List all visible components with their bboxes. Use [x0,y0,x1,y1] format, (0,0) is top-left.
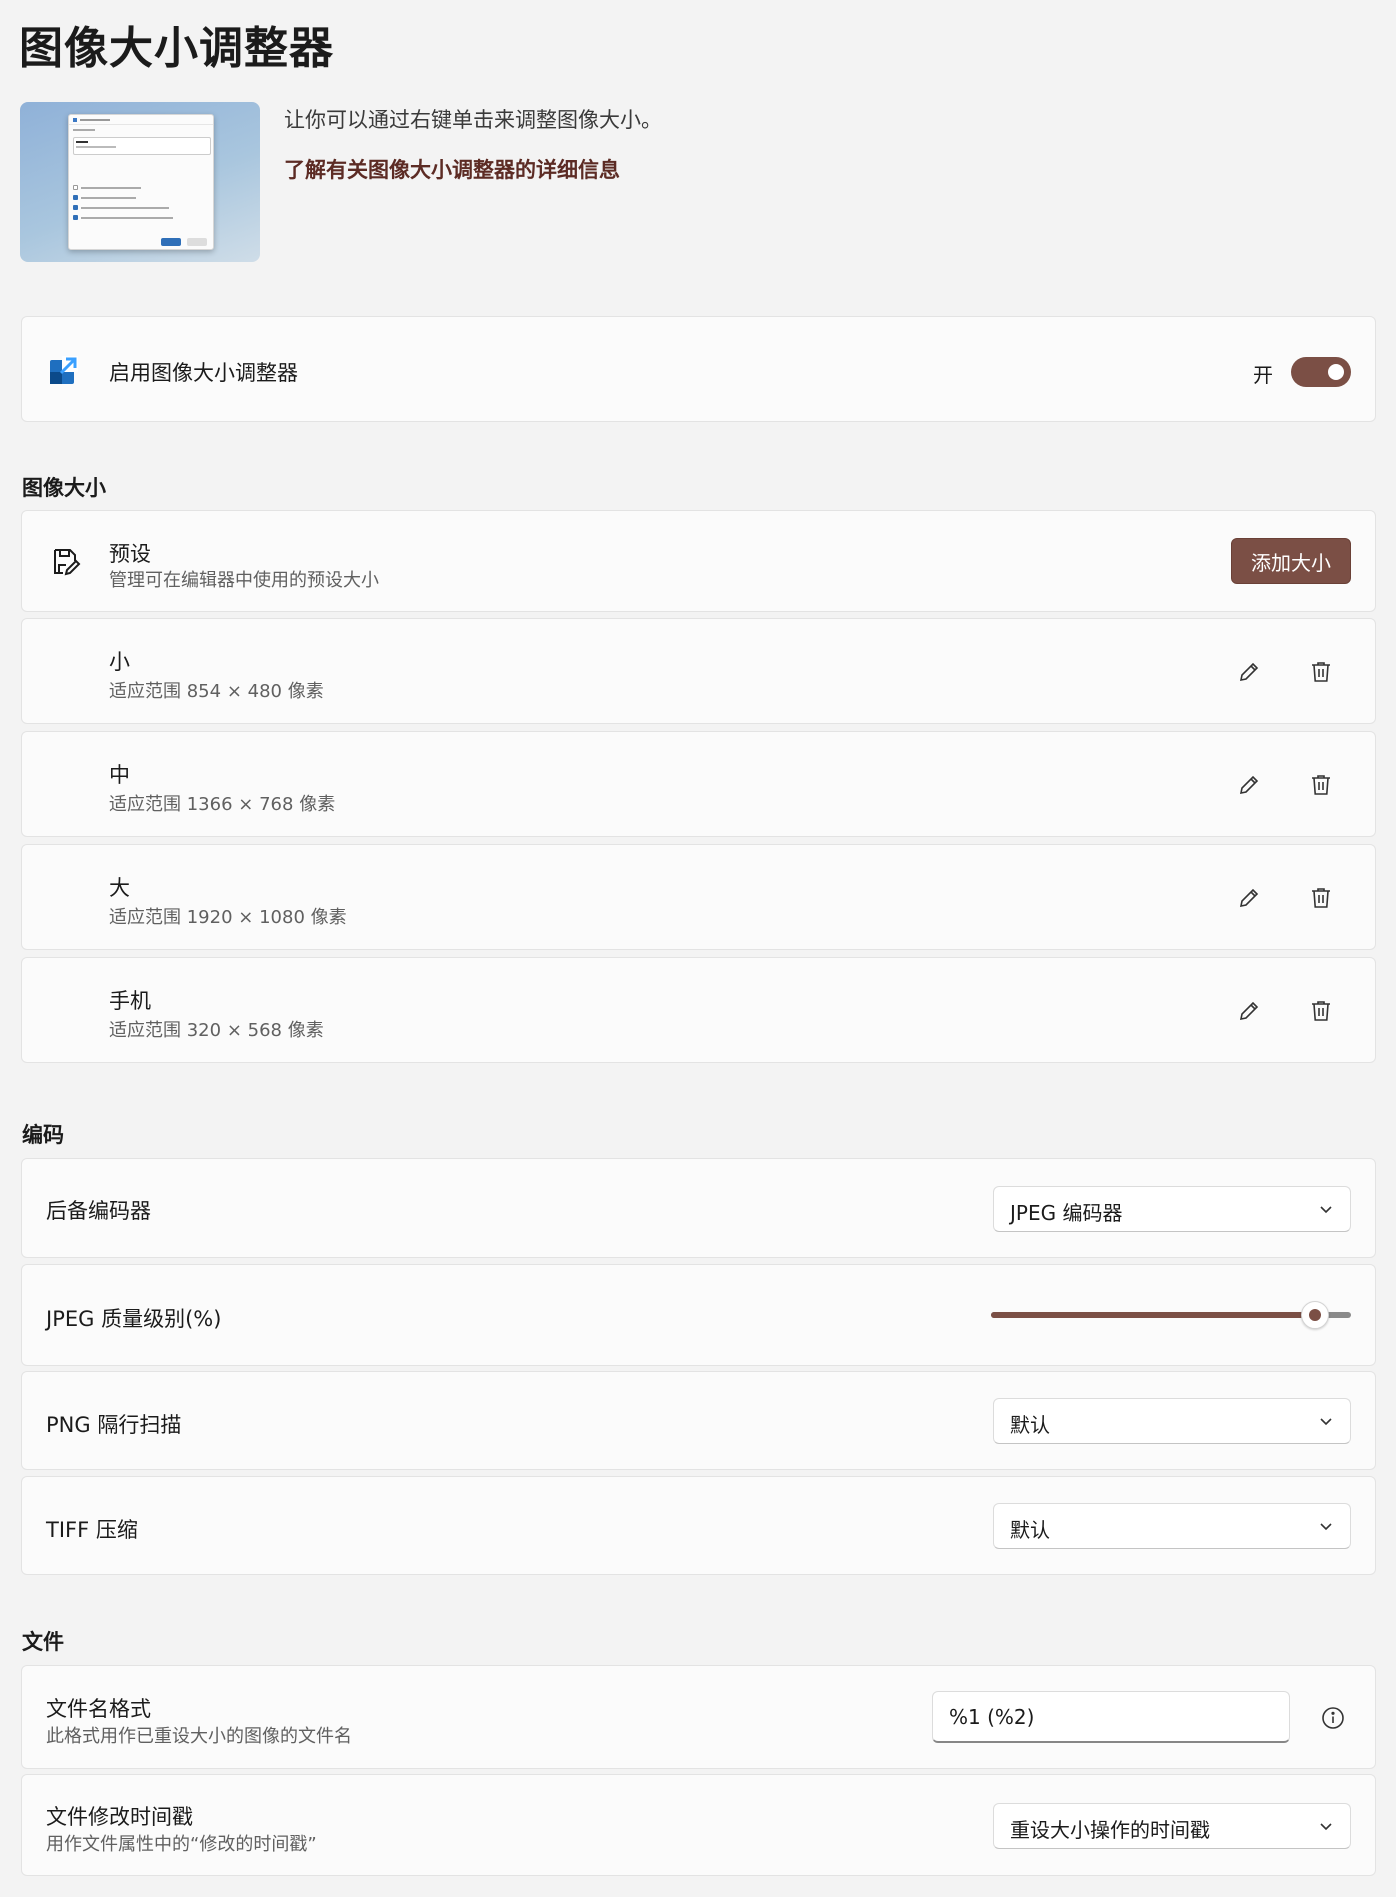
pencil-icon [1237,773,1261,797]
size-name: 大 [109,876,130,900]
slider-thumb[interactable] [1301,1301,1329,1329]
file-timestamp-dropdown[interactable]: 重设大小操作的时间戳 [993,1803,1351,1849]
pencil-icon [1237,886,1261,910]
size-unit: 像素 [287,681,324,702]
png-interlace-card: PNG 隔行扫描 默认 [21,1371,1376,1470]
tiff-compression-label: TIFF 压缩 [46,1518,138,1542]
tiff-compression-dropdown[interactable]: 默认 [993,1503,1351,1549]
dropdown-value: 默认 [1010,1413,1050,1437]
edit-size-button[interactable] [1229,991,1269,1031]
image-resizer-icon [49,355,79,385]
toggle-state-label: 开 [1253,363,1273,387]
size-prefix: 适应范围 [109,1020,181,1041]
section-header-encoding: 编码 [22,1123,64,1147]
size-preset-row: 中适应范围 1366 × 768 像素 [21,731,1376,837]
size-times: × [226,681,242,702]
size-times: × [238,907,254,928]
dropdown-value: 重设大小操作的时间戳 [1010,1818,1210,1842]
size-dimensions: 适应范围 1920 × 1080 像素 [109,903,347,929]
size-width: 1920 [186,907,233,928]
edit-size-button[interactable] [1229,765,1269,805]
page-title: 图像大小调整器 [19,23,334,74]
trash-icon [1310,773,1332,797]
size-height: 568 [247,1020,283,1041]
enable-card: 启用图像大小调整器 开 [21,316,1376,422]
toggle-knob [1328,364,1344,380]
section-header-image-size: 图像大小 [22,476,106,500]
edit-size-button[interactable] [1229,878,1269,918]
info-icon[interactable] [1321,1706,1345,1730]
size-width: 1366 [186,794,233,815]
size-prefix: 适应范围 [109,907,181,928]
dialog-preview-illustration [68,114,214,250]
size-times: × [226,1020,242,1041]
size-name: 中 [109,763,130,787]
size-unit: 像素 [287,1020,324,1041]
size-dimensions: 适应范围 1366 × 768 像素 [109,790,335,816]
filename-format-title: 文件名格式 [46,1697,151,1721]
section-header-file: 文件 [22,1630,64,1654]
file-timestamp-card: 文件修改时间戳 用作文件属性中的“修改的时间戳” 重设大小操作的时间戳 [21,1774,1376,1876]
chevron-down-icon [1318,1818,1334,1834]
delete-size-button[interactable] [1301,991,1341,1031]
size-name: 小 [109,650,130,674]
size-width: 854 [186,681,222,702]
delete-size-button[interactable] [1301,652,1341,692]
size-preset-row: 大适应范围 1920 × 1080 像素 [21,844,1376,950]
size-name: 手机 [109,989,151,1013]
dropdown-value: 默认 [1010,1518,1050,1542]
enable-toggle[interactable] [1291,357,1351,387]
presets-card: 预设 管理可在编辑器中使用的预设大小 添加大小 [21,510,1376,612]
fallback-encoder-label: 后备编码器 [46,1199,151,1223]
enable-label: 启用图像大小调整器 [109,361,298,385]
add-size-button[interactable]: 添加大小 [1231,538,1351,584]
jpeg-quality-slider[interactable] [991,1301,1351,1329]
size-preset-row: 手机适应范围 320 × 568 像素 [21,957,1376,1063]
fallback-encoder-dropdown[interactable]: JPEG 编码器 [993,1186,1351,1232]
page-description: 让你可以通过右键单击来调整图像大小。 [284,108,662,132]
filename-format-subtitle: 此格式用作已重设大小的图像的文件名 [46,1726,352,1747]
size-unit: 像素 [299,794,336,815]
file-timestamp-title: 文件修改时间戳 [46,1805,193,1829]
size-height: 1080 [259,907,305,928]
save-edit-icon [49,546,81,578]
size-height: 768 [259,794,294,815]
presets-title: 预设 [109,542,151,566]
jpeg-quality-card: JPEG 质量级别(%) [21,1264,1376,1366]
size-height: 480 [247,681,283,702]
chevron-down-icon [1318,1201,1334,1217]
edit-size-button[interactable] [1229,652,1269,692]
filename-format-card: 文件名格式 此格式用作已重设大小的图像的文件名 [21,1665,1376,1769]
trash-icon [1310,886,1332,910]
jpeg-quality-label: JPEG 质量级别(%) [46,1307,222,1331]
size-preset-row: 小适应范围 854 × 480 像素 [21,618,1376,724]
delete-size-button[interactable] [1301,765,1341,805]
trash-icon [1310,999,1332,1023]
chevron-down-icon [1318,1413,1334,1429]
size-unit: 像素 [310,907,347,928]
slider-fill [991,1312,1315,1318]
learn-more-link[interactable]: 了解有关图像大小调整器的详细信息 [284,154,620,184]
size-dimensions: 适应范围 320 × 568 像素 [109,1016,324,1042]
fallback-encoder-card: 后备编码器 JPEG 编码器 [21,1158,1376,1258]
filename-format-input[interactable] [932,1691,1290,1743]
size-prefix: 适应范围 [109,794,181,815]
presets-subtitle: 管理可在编辑器中使用的预设大小 [109,570,379,591]
tiff-compression-card: TIFF 压缩 默认 [21,1476,1376,1575]
size-dimensions: 适应范围 854 × 480 像素 [109,677,324,703]
hero-image [20,102,260,262]
size-width: 320 [186,1020,222,1041]
chevron-down-icon [1318,1518,1334,1534]
pencil-icon [1237,999,1261,1023]
size-times: × [238,794,254,815]
trash-icon [1310,660,1332,684]
pencil-icon [1237,660,1261,684]
file-timestamp-subtitle: 用作文件属性中的“修改的时间戳” [46,1834,317,1855]
delete-size-button[interactable] [1301,878,1341,918]
png-interlace-label: PNG 隔行扫描 [46,1413,182,1437]
size-prefix: 适应范围 [109,681,181,702]
dropdown-value: JPEG 编码器 [1010,1201,1123,1225]
png-interlace-dropdown[interactable]: 默认 [993,1398,1351,1444]
